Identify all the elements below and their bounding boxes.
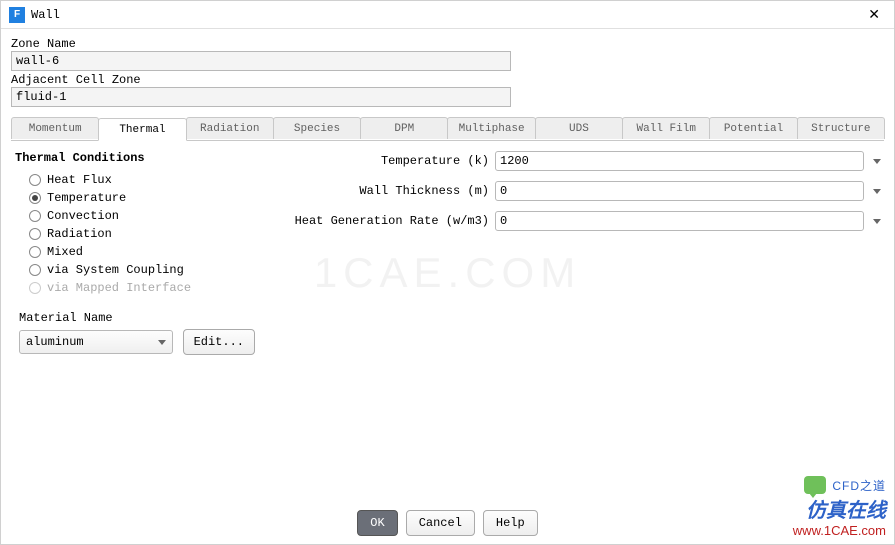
ok-button[interactable]: OK	[357, 510, 397, 536]
dropdown-value: aluminum	[26, 335, 84, 349]
radio-icon	[29, 264, 41, 276]
tab-radiation[interactable]: Radiation	[186, 117, 274, 139]
material-name-label: Material Name	[19, 311, 255, 325]
chevron-down-icon	[873, 189, 881, 194]
title-bar: F Wall ✕	[1, 1, 894, 29]
chat-icon	[804, 476, 826, 494]
tab-momentum[interactable]: Momentum	[11, 117, 99, 139]
radio-label: via Mapped Interface	[47, 281, 191, 295]
radio-icon	[29, 174, 41, 186]
radio-mixed[interactable]: Mixed	[15, 243, 255, 261]
tab-uds[interactable]: UDS	[535, 117, 623, 139]
radio-heat-flux[interactable]: Heat Flux	[15, 171, 255, 189]
chevron-down-icon	[873, 159, 881, 164]
tab-dpm[interactable]: DPM	[360, 117, 448, 139]
radio-icon	[29, 192, 41, 204]
radio-icon	[29, 210, 41, 222]
tab-structure[interactable]: Structure	[797, 117, 885, 139]
radio-label: Temperature	[47, 191, 126, 205]
tab-wall-film[interactable]: Wall Film	[622, 117, 710, 139]
heat-gen-label: Heat Generation Rate (w/m3)	[275, 214, 495, 228]
radio-label: Radiation	[47, 227, 112, 241]
adjacent-cell-zone-label: Adjacent Cell Zone	[11, 73, 884, 87]
temperature-options-button[interactable]	[870, 159, 884, 164]
radio-icon	[29, 282, 41, 294]
thermal-conditions-heading: Thermal Conditions	[15, 151, 255, 165]
help-button[interactable]: Help	[483, 510, 538, 536]
radio-radiation[interactable]: Radiation	[15, 225, 255, 243]
wall-thickness-label: Wall Thickness (m)	[275, 184, 495, 198]
radio-label: via System Coupling	[47, 263, 184, 277]
radio-icon	[29, 228, 41, 240]
temperature-label: Temperature (k)	[275, 154, 495, 168]
radio-mapped-interface: via Mapped Interface	[15, 279, 255, 297]
zone-name-input[interactable]	[11, 51, 511, 71]
heat-gen-options-button[interactable]	[870, 219, 884, 224]
material-edit-button[interactable]: Edit...	[183, 329, 255, 355]
tab-potential[interactable]: Potential	[709, 117, 797, 139]
material-name-dropdown[interactable]: aluminum	[19, 330, 173, 354]
chevron-down-icon	[873, 219, 881, 224]
heat-gen-input[interactable]	[495, 211, 864, 231]
wall-thickness-input[interactable]	[495, 181, 864, 201]
temperature-input[interactable]	[495, 151, 864, 171]
radio-system-coupling[interactable]: via System Coupling	[15, 261, 255, 279]
close-icon[interactable]: ✕	[862, 6, 886, 23]
window-title: Wall	[31, 8, 862, 22]
tab-bar: Momentum Thermal Radiation Species DPM M…	[11, 117, 884, 141]
adjacent-cell-zone-input[interactable]	[11, 87, 511, 107]
zone-name-label: Zone Name	[11, 37, 884, 51]
radio-label: Convection	[47, 209, 119, 223]
dialog-content: Zone Name Adjacent Cell Zone Momentum Th…	[1, 29, 894, 355]
tab-species[interactable]: Species	[273, 117, 361, 139]
wall-thickness-options-button[interactable]	[870, 189, 884, 194]
radio-convection[interactable]: Convection	[15, 207, 255, 225]
overlay-line-1: CFD之道	[832, 477, 886, 494]
radio-icon	[29, 246, 41, 258]
cancel-button[interactable]: Cancel	[406, 510, 475, 536]
tab-thermal[interactable]: Thermal	[98, 118, 186, 141]
radio-label: Heat Flux	[47, 173, 112, 187]
app-icon: F	[9, 7, 25, 23]
dialog-footer: OK Cancel Help	[1, 510, 894, 536]
tab-multiphase[interactable]: Multiphase	[447, 117, 535, 139]
radio-label: Mixed	[47, 245, 83, 259]
thermal-panel: Thermal Conditions Heat Flux Temperature…	[11, 141, 884, 355]
radio-temperature[interactable]: Temperature	[15, 189, 255, 207]
chevron-down-icon	[158, 340, 166, 345]
